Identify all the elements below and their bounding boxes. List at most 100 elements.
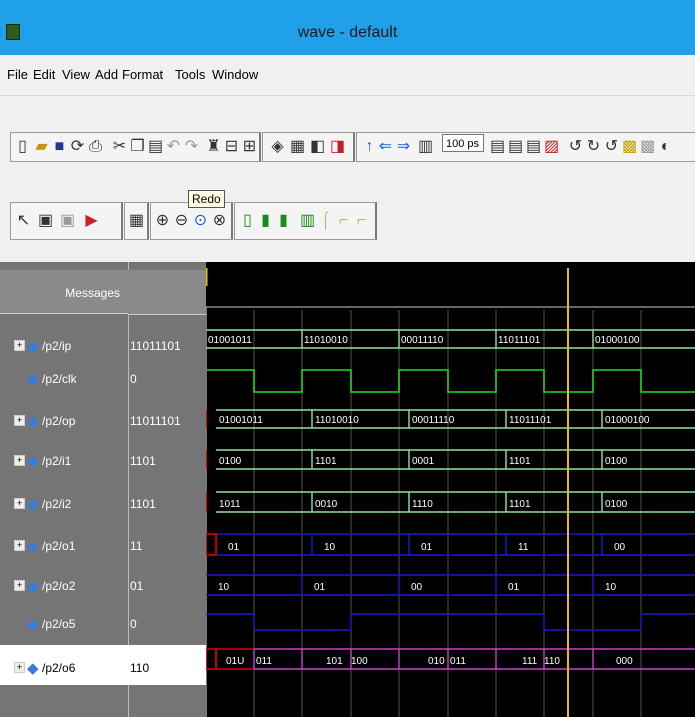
list-icon[interactable]: ▦ <box>289 137 306 157</box>
signal-row[interactable]: + ◆ /p2/o2 01 <box>0 577 206 595</box>
signal-name: /p2/clk <box>42 372 77 386</box>
wave-header-bar <box>206 262 695 307</box>
o6-bus-label: 011 <box>256 656 272 667</box>
menu-file[interactable]: File <box>7 67 28 82</box>
o1-bus-label: 10 <box>324 542 336 553</box>
signal-name: /p2/ip <box>42 339 72 353</box>
format-literal-icon[interactable]: ▯ <box>239 211 256 231</box>
undo-icon[interactable]: ↶ <box>165 137 182 157</box>
insert-cursor-icon[interactable]: ▶ <box>83 211 100 231</box>
signal-row[interactable]: + ◆ /p2/i1 1101 <box>0 452 206 470</box>
restart-icon[interactable]: ▥ <box>417 137 434 157</box>
zoom-full-icon[interactable]: ⊙ <box>192 211 209 231</box>
print-icon[interactable]: ⎙ <box>87 137 104 157</box>
run-length-input[interactable]: 100 ps <box>442 134 484 152</box>
i1-bus-label: 0100 <box>219 456 242 467</box>
o6-bus-label: 011 <box>450 656 466 667</box>
step-up-icon[interactable]: ↑ <box>361 137 378 157</box>
expand-toggle-icon[interactable]: + <box>14 540 25 551</box>
expand-toggle-icon[interactable]: + <box>14 662 25 673</box>
signal-row[interactable]: ◆ /p2/o5 0 <box>0 615 206 633</box>
open-folder-icon[interactable]: ▰ <box>33 137 50 157</box>
o2-bus-label: 10 <box>605 582 617 593</box>
continue-icon[interactable]: ▤ <box>507 137 524 157</box>
format-analog-icon[interactable]: ▥ <box>299 211 316 231</box>
stripes-icon[interactable]: ▦ <box>128 211 145 231</box>
value-header <box>128 270 206 315</box>
signal-row[interactable]: + ◆ /p2/i2 1101 <box>0 495 206 513</box>
i1-bus-label: 0100 <box>605 456 628 467</box>
dataflow-icon[interactable]: ◧ <box>309 137 326 157</box>
zoom-cursor-icon[interactable]: ⊗ <box>211 211 228 231</box>
expand-tree-icon[interactable]: ⊟ <box>223 137 240 157</box>
signal-row[interactable]: + ◆ /p2/o1 11 <box>0 537 206 555</box>
menu-view[interactable]: View <box>62 67 90 82</box>
o6-undefined-mark <box>206 648 217 670</box>
memory-icon[interactable]: ◐ <box>657 137 674 157</box>
refresh-icon[interactable]: ⟳ <box>69 137 86 157</box>
o2-bus-label: 01 <box>508 582 520 593</box>
find-icon[interactable]: ♜ <box>205 137 222 157</box>
expand-toggle-icon[interactable]: + <box>14 455 25 466</box>
signal-icon: ◆ <box>27 413 39 430</box>
i2-bus-label: 1011 <box>219 499 241 510</box>
expand-toggle-icon[interactable]: + <box>14 415 25 426</box>
title-bar: wave - default <box>0 0 695 55</box>
i2-bus-label: 1101 <box>509 499 531 510</box>
menu-edit[interactable]: Edit <box>33 67 55 82</box>
step-back-icon[interactable]: ⇐ <box>377 137 394 157</box>
collapse-tree-icon[interactable]: ⊞ <box>241 137 258 157</box>
save-icon[interactable]: ■ <box>51 137 68 157</box>
format-step-icon[interactable]: ⌠ <box>317 211 334 231</box>
expand-toggle-icon[interactable]: + <box>14 340 25 351</box>
messages-header: Messages <box>0 270 128 314</box>
toolbar-group-cursor: ↖ ▣ ▣ ▶ <box>10 202 123 240</box>
menu-window[interactable]: Window <box>212 67 258 82</box>
signal-row-selected[interactable]: + ◆ /p2/o6 110 <box>0 659 206 677</box>
stop-icon[interactable]: ▨ <box>543 137 560 157</box>
o6-bus-label: 111 <box>522 656 538 667</box>
run-all-icon[interactable]: ▤ <box>525 137 542 157</box>
waveform-canvas[interactable]: 01001011 11010010 00011110 11011101 01000100… <box>206 262 695 717</box>
new-file-icon[interactable]: ▯ <box>14 137 31 157</box>
menu-tools[interactable]: Tools <box>175 67 205 82</box>
redo-icon[interactable]: ↷ <box>183 137 200 157</box>
op-bus-label: 01001011 <box>219 415 263 426</box>
i1-bus-label: 1101 <box>315 456 337 467</box>
redo-tooltip: Redo <box>188 190 225 208</box>
zoom-in-icon[interactable]: ⊕ <box>154 211 171 231</box>
o2-bus-label: 00 <box>411 582 423 593</box>
step-forward-icon[interactable]: ⇒ <box>395 137 412 157</box>
break-icon[interactable]: ◨ <box>329 137 346 157</box>
select-pointer-icon[interactable]: ↖ <box>15 211 32 231</box>
o6-bus-label: 100 <box>351 656 368 667</box>
menu-format[interactable]: Format <box>122 67 163 82</box>
step-over-icon[interactable]: ↻ <box>585 137 602 157</box>
wave-compare-icon[interactable]: ◈ <box>269 137 286 157</box>
zoom-mode-icon[interactable]: ▣ <box>37 211 54 231</box>
zoom-out-icon[interactable]: ⊖ <box>173 211 190 231</box>
expand-toggle-icon[interactable]: + <box>14 580 25 591</box>
signal-row[interactable]: ◆ /p2/clk 0 <box>0 370 206 388</box>
signal-row[interactable]: + ◆ /p2/op 11011101 <box>0 412 206 430</box>
expand-toggle-icon[interactable]: + <box>14 498 25 509</box>
signal-value: 0 <box>130 372 137 386</box>
format-backstep-icon[interactable]: ⌐ <box>353 211 370 231</box>
cut-icon[interactable]: ✂ <box>111 137 128 157</box>
edit-mode-icon[interactable]: ▣ <box>59 211 76 231</box>
format-event-icon[interactable]: ▮ <box>275 211 292 231</box>
signal-value: 0 <box>130 617 137 631</box>
format-logic-icon[interactable]: ▮ <box>257 211 274 231</box>
paste-icon[interactable]: ▤ <box>147 137 164 157</box>
coverage-icon[interactable]: ▩ <box>639 137 656 157</box>
menu-add[interactable]: Add <box>95 67 118 82</box>
o5-waveform <box>206 613 695 631</box>
signal-row[interactable]: + ◆ /p2/ip 11011101 <box>0 337 206 355</box>
copy-icon[interactable]: ❐ <box>129 137 146 157</box>
run-icon[interactable]: ▤ <box>489 137 506 157</box>
o6-bus-label: 01U <box>226 656 244 667</box>
step-icon[interactable]: ↺ <box>567 137 584 157</box>
profile-icon[interactable]: ▩ <box>621 137 638 157</box>
step-out-icon[interactable]: ↺ <box>603 137 620 157</box>
format-interp-icon[interactable]: ⌐ <box>335 211 352 231</box>
